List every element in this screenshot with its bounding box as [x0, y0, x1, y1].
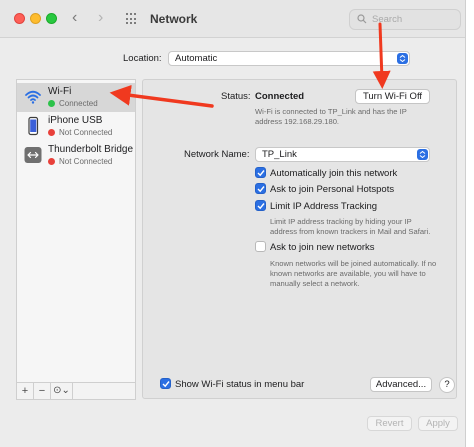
ask-join-networks-checkbox[interactable] [255, 241, 266, 252]
status-dot-connected [48, 100, 55, 107]
service-status: Not Connected [59, 157, 113, 166]
back-arrow-icon[interactable]: ‹ [72, 9, 77, 27]
ask-join-description-line-1: Known networks will be joined automatica… [270, 259, 437, 268]
revert-button[interactable]: Revert [367, 416, 412, 431]
add-service-button[interactable]: + [17, 383, 34, 399]
limit-ip-description-line-2: address from known trackers in Mail and … [270, 227, 431, 236]
search-icon [357, 14, 367, 24]
search-field[interactable]: Search [349, 9, 461, 30]
status-description-line-1: Wi-Fi is connected to TP_Link and has th… [255, 107, 407, 116]
network-preferences-window: ‹ › Network Search Location: Automatic W… [0, 0, 466, 447]
checkmark-icon [257, 203, 265, 210]
zoom-window-button[interactable] [46, 13, 57, 24]
show-wifi-menu-bar-label: Show Wi-Fi status in menu bar [175, 379, 305, 390]
show-all-grid-icon[interactable] [126, 13, 138, 25]
checkmark-icon [257, 170, 265, 177]
status-dot-not-connected [48, 129, 55, 136]
status-dot-not-connected [48, 158, 55, 165]
ask-join-description-line-3: manually select a network. [270, 279, 360, 288]
status-label: Status: [221, 91, 251, 102]
location-label: Location: [123, 53, 162, 64]
limit-ip-tracking-label: Limit IP Address Tracking [270, 201, 378, 212]
limit-ip-description-line-1: Limit IP address tracking by hiding your… [270, 217, 412, 226]
turn-wifi-off-button[interactable]: Turn Wi-Fi Off [355, 89, 430, 104]
network-name-value: TP_Link [262, 149, 297, 160]
iphone-icon [28, 116, 39, 136]
network-name-select[interactable]: TP_Link [255, 147, 430, 162]
service-name: iPhone USB [48, 115, 103, 126]
auto-join-label: Automatically join this network [270, 168, 398, 179]
checkmark-icon [162, 381, 170, 388]
service-name: Thunderbolt Bridge [48, 144, 134, 155]
minimize-window-button[interactable] [30, 13, 41, 24]
remove-service-button[interactable]: − [34, 383, 51, 399]
service-item-iphone-usb[interactable]: iPhone USB Not Connected [17, 112, 135, 141]
service-item-wifi[interactable]: Wi-Fi Connected [17, 83, 135, 112]
thunderbolt-bridge-icon [24, 147, 42, 163]
chevron-updown-icon [397, 53, 408, 64]
forward-arrow-icon[interactable]: › [98, 9, 103, 27]
service-list-toolbar: + − ⊙⌄ [16, 383, 136, 400]
ask-join-networks-label: Ask to join new networks [270, 242, 375, 253]
service-status: Connected [59, 99, 98, 108]
advanced-button[interactable]: Advanced... [370, 377, 432, 392]
service-action-menu-button[interactable]: ⊙⌄ [51, 383, 73, 399]
wifi-settings-panel [142, 79, 457, 399]
limit-ip-tracking-checkbox[interactable] [255, 200, 266, 211]
auto-join-checkbox[interactable] [255, 167, 266, 178]
close-window-button[interactable] [14, 13, 25, 24]
personal-hotspots-checkbox[interactable] [255, 183, 266, 194]
network-name-label: Network Name: [184, 149, 250, 160]
apply-button[interactable]: Apply [418, 416, 458, 431]
service-name: Wi-Fi [48, 86, 72, 97]
wifi-icon [25, 90, 41, 104]
show-wifi-menu-bar-checkbox[interactable] [160, 378, 171, 389]
location-value: Automatic [175, 53, 218, 64]
status-description-line-2: address 192.168.29.180. [255, 117, 340, 126]
chevron-updown-icon [417, 149, 428, 160]
personal-hotspots-label: Ask to join Personal Hotspots [270, 184, 395, 195]
service-status: Not Connected [59, 128, 113, 137]
checkmark-icon [257, 186, 265, 193]
title-bar: ‹ › Network Search [0, 0, 465, 38]
search-placeholder: Search [372, 14, 403, 25]
service-item-thunderbolt-bridge[interactable]: Thunderbolt Bridge Not Connected [17, 141, 135, 170]
ask-join-description-line-2: known networks are available, you will h… [270, 269, 426, 278]
status-value: Connected [255, 91, 305, 102]
location-select[interactable]: Automatic [168, 51, 410, 66]
service-list: Wi-Fi Connected iPhone USB Not Connected… [16, 79, 136, 383]
help-button[interactable]: ? [439, 377, 455, 393]
window-title: Network [150, 12, 198, 26]
